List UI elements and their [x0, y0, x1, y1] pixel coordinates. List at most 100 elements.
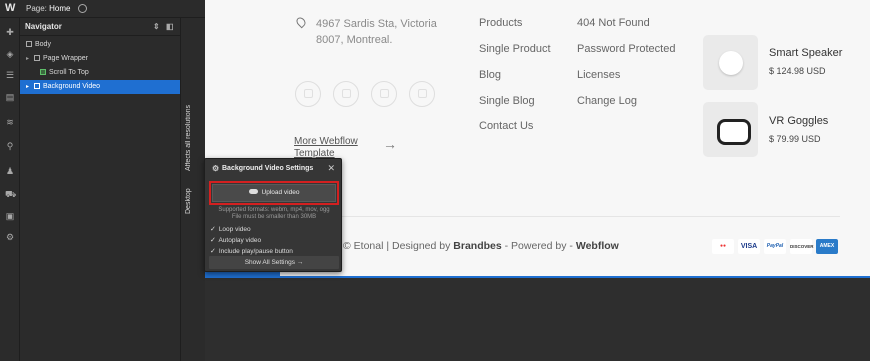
tree-item-label: Scroll To Top	[49, 69, 89, 76]
amex-icon: AMEX	[816, 239, 838, 254]
footer-link-404[interactable]: 404 Not Found	[577, 17, 650, 29]
footer-link-licenses[interactable]: Licenses	[577, 69, 620, 81]
pages-icon[interactable]: ▤	[5, 93, 15, 102]
preview-eye-icon[interactable]	[78, 4, 87, 13]
visa-icon: VISA	[738, 239, 760, 254]
twitter-icon[interactable]	[371, 81, 397, 107]
users-icon[interactable]: ♟	[5, 167, 15, 176]
affects-all-resolutions-tab[interactable]: Affects all resolutions	[185, 100, 201, 176]
upload-label: Upload video	[261, 189, 300, 196]
symbols-cube-icon[interactable]: ◈	[5, 50, 15, 59]
play-pause-button-checkbox[interactable]: ✓ Include play/pause button	[210, 247, 293, 255]
expand-collapse-icon[interactable]: ⇕	[153, 22, 160, 31]
div-element-icon	[34, 55, 40, 61]
tree-item-label: Body	[35, 41, 51, 48]
footer-divider	[294, 216, 840, 217]
copyright-mid: - Powered by -	[501, 240, 576, 252]
settings-gear-icon[interactable]: ⚙	[5, 233, 15, 242]
footer-link-password[interactable]: Password Protected	[577, 43, 675, 55]
smart-speaker-image[interactable]	[703, 35, 758, 90]
page-name: Home	[49, 4, 71, 13]
address-line-2: 8007, Montreal.	[316, 34, 393, 46]
footer-link-changelog[interactable]: Change Log	[577, 95, 637, 107]
checkmark-icon: ✓	[210, 226, 216, 233]
copyright-text: © Etonal | Designed by Brandbes - Powere…	[343, 240, 619, 252]
navigator-title: Navigator	[25, 22, 62, 31]
panel-title: Background Video Settings	[222, 165, 314, 172]
discover-icon: DISCOVER	[790, 239, 814, 254]
footer-link-single-blog[interactable]: Single Blog	[479, 95, 535, 107]
address-line-1: 4967 Sardis Sta, Victoria	[316, 18, 437, 30]
designer-link[interactable]: Brandbes	[453, 240, 501, 252]
arrow-right-icon: →	[296, 259, 304, 266]
checkbox-label: Loop video	[218, 226, 251, 233]
page-prefix: Page:	[26, 4, 47, 13]
chevron-right-icon[interactable]: ▸	[26, 80, 34, 94]
tree-item-body[interactable]: Body	[20, 38, 180, 52]
more-webflow-templates-link[interactable]: More Webflow Template	[294, 136, 358, 160]
social-glyph	[380, 89, 389, 98]
paypal-icon: PayPal	[764, 239, 786, 254]
arrow-right-icon: →	[383, 136, 397, 152]
add-icon[interactable]: ✚	[5, 28, 15, 37]
footer-link-single-product[interactable]: Single Product	[479, 43, 551, 55]
tree-item-label: Background Video	[43, 83, 101, 90]
desktop-tab[interactable]: Desktop	[185, 184, 201, 218]
checkbox-label: Include play/pause button	[218, 248, 293, 255]
navigator-panel: Navigator ⇕ ◧ Body ▸ Page Wrapper Scroll …	[20, 18, 181, 361]
footer-link-products[interactable]: Products	[479, 17, 522, 29]
background-video-element[interactable]	[205, 276, 870, 361]
social-glyph	[304, 89, 313, 98]
webflow-link[interactable]: Webflow	[576, 240, 619, 252]
tree-item-label: Page Wrapper	[43, 55, 89, 62]
instagram-icon[interactable]	[333, 81, 359, 107]
autoplay-video-checkbox[interactable]: ✓ Autoplay video	[210, 236, 261, 244]
footer-link-blog[interactable]: Blog	[479, 69, 501, 81]
close-icon[interactable]: ✕	[327, 163, 335, 174]
page-selector[interactable]: Page: Home	[26, 4, 70, 13]
loop-video-checkbox[interactable]: ✓ Loop video	[210, 225, 251, 233]
location-pin-icon	[294, 15, 308, 29]
upload-video-button[interactable]: Upload video	[212, 184, 336, 202]
tree-item-background-video[interactable]: ▸ Background Video	[20, 80, 180, 94]
file-size-note: File must be smaller than 30MB	[231, 214, 317, 220]
show-all-settings-button[interactable]: Show All Settings →	[209, 256, 339, 269]
checkmark-icon: ✓	[210, 237, 216, 244]
social-glyph	[342, 89, 351, 98]
symbol-element-icon	[40, 69, 46, 75]
chevron-right-icon[interactable]: ▸	[26, 52, 34, 66]
cms-database-icon[interactable]: ≋	[5, 118, 15, 127]
video-element-icon	[34, 83, 40, 89]
navigator-icon[interactable]: ☰	[5, 71, 15, 80]
assets-icon[interactable]: ▣	[5, 212, 15, 221]
tree-item-page-wrapper[interactable]: ▸ Page Wrapper	[20, 52, 180, 66]
panel-header: ⚙ Background Video Settings	[212, 164, 314, 173]
show-all-label: Show All Settings	[244, 259, 295, 266]
checkmark-icon: ✓	[210, 248, 216, 255]
left-tool-rail: ✚ ◈ ☰ ▤ ≋ ⚲ ♟ ⛟ ▣ ⚙	[0, 18, 20, 361]
product-name[interactable]: VR Goggles	[769, 115, 828, 127]
facebook-icon[interactable]	[295, 81, 321, 107]
copyright-prefix: © Etonal | Designed by	[343, 240, 454, 252]
footer-address: 4967 Sardis Sta, Victoria 8007, Montreal…	[316, 16, 437, 48]
webflow-logo[interactable]: W	[5, 2, 15, 14]
product-price: $ 79.99 USD	[769, 134, 821, 144]
tiktok-icon[interactable]	[409, 81, 435, 107]
mastercard-icon: ●●	[712, 239, 734, 254]
interactions-icon[interactable]: ⚲	[5, 142, 15, 151]
checkbox-label: Autoplay video	[218, 237, 262, 244]
product-name[interactable]: Smart Speaker	[769, 47, 842, 59]
tree-item-scroll-to-top[interactable]: Scroll To Top	[20, 66, 180, 80]
footer-link-contact[interactable]: Contact Us	[479, 120, 533, 132]
background-video-settings-panel: ⚙ Background Video Settings ✕ Upload vid…	[204, 158, 342, 272]
social-glyph	[418, 89, 427, 98]
dock-panel-icon[interactable]: ◧	[166, 22, 174, 31]
resolution-tabs: Affects all resolutions Desktop	[183, 100, 203, 218]
upload-highlight: Upload video	[209, 181, 339, 205]
body-element-icon	[26, 41, 32, 47]
more-link-line-1: More Webflow	[294, 136, 358, 147]
cloud-upload-icon	[248, 189, 258, 194]
ecommerce-cart-icon[interactable]: ⛟	[5, 190, 16, 199]
vr-goggles-image[interactable]	[703, 102, 758, 157]
navigator-header: Navigator ⇕ ◧	[20, 18, 180, 36]
